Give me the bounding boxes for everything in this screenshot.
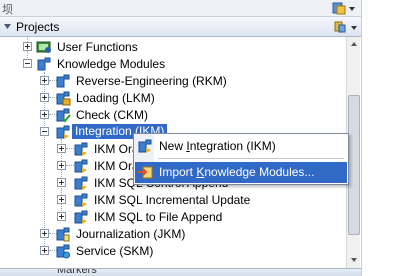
expand-toggle[interactable] (40, 110, 49, 119)
scroll-down-icon[interactable] (348, 254, 360, 266)
ikm-module-icon (74, 142, 88, 156)
scrollbar-thumb[interactable] (348, 95, 360, 235)
menu-item-label: New Integration (IKM) (159, 139, 276, 153)
jkm-icon (56, 227, 70, 242)
tree-item-label: Check (CKM) (76, 108, 149, 122)
next-panel-title: Markers (57, 268, 97, 276)
lkm-icon (56, 91, 71, 106)
collapse-toggle[interactable] (23, 59, 32, 68)
ikm-module-icon (74, 159, 88, 173)
expand-toggle[interactable] (57, 144, 66, 153)
expand-toggle[interactable] (40, 93, 49, 102)
tree-item-label: User Functions (57, 40, 138, 54)
right-editor-area (361, 0, 393, 276)
tree-item-label: Service (SKM) (76, 244, 154, 258)
expand-toggle[interactable] (23, 42, 32, 51)
import-icon (138, 166, 153, 179)
tree-item-label: Reverse-Engineering (RKM) (76, 74, 227, 88)
collapse-toggle[interactable] (40, 127, 49, 136)
tree-item-label: Journalization (JKM) (76, 227, 186, 241)
context-menu: New Integration (IKM) Import Knowledge M… (133, 133, 349, 185)
tree-row-rkm[interactable]: Reverse-Engineering (RKM) (0, 72, 346, 89)
user-functions-icon (36, 41, 51, 53)
next-panel-header: Markers (0, 268, 361, 276)
skm-icon (56, 244, 70, 259)
menu-item-label: Import Knowledge Modules... (159, 165, 315, 179)
scroll-up-icon[interactable] (348, 38, 360, 50)
collapse-panel-icon[interactable] (3, 22, 12, 31)
expand-toggle[interactable] (40, 229, 49, 238)
folder-km-icon (37, 57, 51, 71)
menu-separator (158, 158, 344, 159)
tree-item-label: IKM SQL Incremental Update (94, 193, 251, 207)
expand-toggle[interactable] (57, 212, 66, 221)
panel-title: Projects (16, 20, 60, 34)
expand-toggle[interactable] (40, 76, 49, 85)
top-toolbar-strip: 坝 (0, 0, 393, 17)
tree-row-knowledge-modules[interactable]: Knowledge Modules (0, 55, 346, 72)
new-integration-icon (138, 139, 152, 153)
tree-row-jkm[interactable]: Journalization (JKM) (0, 225, 346, 242)
ikm-module-icon (74, 176, 88, 190)
tree-row-skm[interactable]: Service (SKM) (0, 242, 346, 259)
rkm-icon (56, 74, 70, 88)
tree-row-lkm[interactable]: Loading (LKM) (0, 89, 346, 106)
tree-row-ikm-sql-incremental-update[interactable]: IKM SQL Incremental Update (0, 191, 346, 208)
menu-item-import-knowledge-modules[interactable]: Import Knowledge Modules... (135, 162, 347, 183)
ikm-module-icon (74, 193, 88, 207)
panel-menu-icon[interactable] (333, 19, 359, 35)
partial-tab-text: 坝 (2, 4, 13, 16)
projects-panel-header: Projects (0, 17, 393, 37)
ikm-icon (56, 125, 70, 139)
tree-row-ckm[interactable]: Check (CKM) (0, 106, 346, 123)
tree-item-label: Knowledge Modules (57, 57, 166, 71)
tree-item-label: IKM Ora (94, 142, 139, 156)
expand-toggle[interactable] (57, 161, 66, 170)
tree-item-label: IKM SQL to File Append (94, 210, 223, 224)
expand-toggle[interactable] (40, 246, 49, 255)
tree-item-label: Loading (LKM) (76, 91, 155, 105)
tree-item-label: IKM Ora (94, 159, 139, 173)
expand-toggle[interactable] (57, 178, 66, 187)
toolbar-options-icon[interactable] (331, 1, 357, 16)
tree-row-ikm-sql-to-file-append[interactable]: IKM SQL to File Append (0, 208, 346, 225)
expand-toggle[interactable] (57, 195, 66, 204)
tree-row-user-functions[interactable]: User Functions (0, 38, 346, 55)
menu-item-new-integration[interactable]: New Integration (IKM) (135, 136, 347, 157)
ikm-module-icon (74, 210, 88, 224)
ckm-icon (56, 108, 71, 123)
